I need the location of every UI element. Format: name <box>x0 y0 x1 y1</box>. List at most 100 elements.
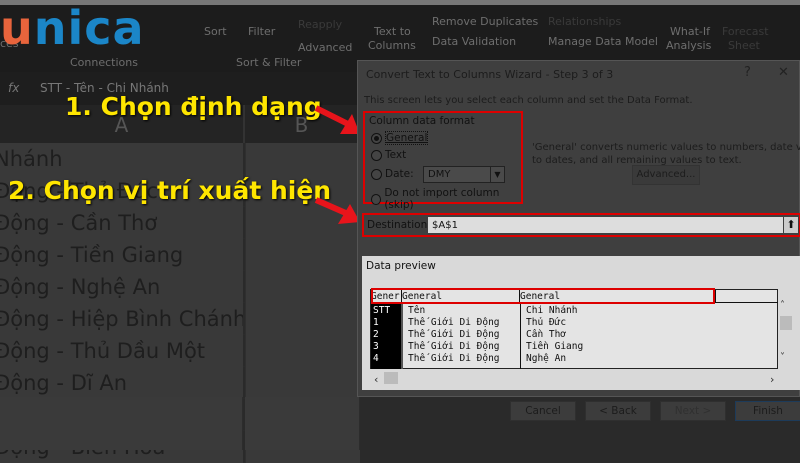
sheet-row: Động - Tiền Giang <box>0 239 360 271</box>
radio-date[interactable]: Date: <box>371 168 414 180</box>
close-icon[interactable]: ✕ <box>778 65 789 80</box>
cell-a[interactable]: Động - Nghệ An <box>0 271 243 303</box>
sheet-row: Động - Hiệp Bình Chánh <box>0 303 360 335</box>
back-button[interactable]: < Back <box>585 401 651 421</box>
relationships-button[interactable]: Relationships <box>548 15 621 28</box>
sheet-row: Động - Dĩ An <box>0 367 360 399</box>
annotation-step1: 1. Chọn định dạng <box>65 92 322 121</box>
cell[interactable] <box>0 397 243 450</box>
preview-cell: Thế Giới Di Động <box>408 317 500 328</box>
connections-group-label: Connections <box>70 56 138 69</box>
cell-a[interactable]: Động - Cần Thơ <box>0 207 243 239</box>
cell-b[interactable] <box>245 303 360 335</box>
radio-selected-icon <box>371 132 382 144</box>
cell-a[interactable]: Động - Thủ Dầu Một <box>0 335 243 367</box>
cell-a[interactable]: Động - Tiền Giang <box>0 239 243 271</box>
cell-a[interactable]: Động - Dĩ An <box>0 367 243 399</box>
arrow-icon <box>314 105 360 134</box>
dialog-title: Convert Text to Columns Wizard - Step 3 … <box>366 68 614 81</box>
horizontal-scrollbar-thumb[interactable] <box>384 372 398 384</box>
vertical-scrollbar-thumb[interactable] <box>780 316 792 330</box>
cell-b[interactable] <box>245 335 360 367</box>
sheet-row: Động - Nghệ An <box>0 271 360 303</box>
preview-cell: 4 <box>373 353 379 364</box>
what-if-label: Analysis <box>666 39 712 52</box>
description-line: 'General' converts numeric values to num… <box>532 142 800 153</box>
destination-input[interactable] <box>428 217 783 233</box>
radio-icon <box>371 193 382 205</box>
preview-cell: Thế Giới Di Động <box>408 353 500 364</box>
forecast-sheet-label: Sheet <box>728 39 760 52</box>
data-validation-button[interactable]: Data Validation <box>432 35 516 48</box>
preview-cell: 1 <box>373 317 379 328</box>
preview-cell: Cần Thơ <box>526 329 567 340</box>
highlight-box <box>371 288 715 304</box>
preview-cell: 2 <box>373 329 379 340</box>
unica-logo: unica <box>0 1 145 55</box>
sheet-row: Động - Cần Thơ <box>0 207 360 239</box>
advanced-button[interactable]: Advanced <box>298 41 352 54</box>
scroll-up-icon[interactable]: ˄ <box>780 300 785 311</box>
preview-cell: Tiền Giang <box>526 341 584 352</box>
annotation-step2: 2. Chọn vị trí xuất hiện <box>8 176 332 205</box>
forecast-sheet-button[interactable]: Forecast <box>722 25 769 38</box>
scroll-left-icon[interactable]: ‹ <box>374 373 378 386</box>
text-to-columns-label: Columns <box>368 39 416 52</box>
text-to-columns-dialog: Convert Text to Columns Wizard - Step 3 … <box>357 60 800 421</box>
preview-cell: Thế Giới Di Động <box>408 329 500 340</box>
destination-row: Destination: ⬆ <box>362 213 800 237</box>
date-format-select[interactable]: DMY ▼ <box>423 166 505 183</box>
destination-label: Destination: <box>367 219 431 231</box>
format-description: 'General' converts numeric values to num… <box>532 141 800 167</box>
dialog-info: This screen lets you select each column … <box>364 95 693 106</box>
next-button[interactable]: Next > <box>660 401 726 421</box>
cell-b[interactable] <box>245 367 360 399</box>
preview-cell: Chi Nhánh <box>526 305 578 316</box>
cell-a[interactable]: Động - Hiệp Bình Chánh <box>0 303 243 335</box>
chevron-down-icon: ▼ <box>490 167 504 182</box>
radio-icon <box>371 168 382 180</box>
preview-cell: Tên <box>408 305 426 316</box>
finish-button[interactable]: Finish <box>735 401 800 421</box>
preview-cell: Thủ Đức <box>526 317 567 328</box>
cell[interactable] <box>245 397 360 450</box>
radio-icon <box>371 149 382 161</box>
column-divider <box>520 303 521 369</box>
cell-b[interactable] <box>245 239 360 271</box>
sheet-row: Động - Thủ Dầu Một <box>0 335 360 367</box>
reapply-button[interactable]: Reapply <box>298 18 342 31</box>
data-preview-label: Data preview <box>366 260 436 272</box>
cell-a[interactable]: Nhánh <box>0 143 243 175</box>
preview-cell: STT <box>373 305 391 316</box>
preview-header[interactable] <box>716 290 778 303</box>
arrow-icon <box>314 197 360 224</box>
fx-icon[interactable]: fx <box>8 81 19 95</box>
radio-general[interactable]: General <box>371 131 429 145</box>
preview-cell: 3 <box>373 341 379 352</box>
radio-skip[interactable]: Do not import column (skip) <box>371 187 521 211</box>
filter-button[interactable]: Filter <box>248 25 275 38</box>
column-divider <box>401 303 403 369</box>
range-select-icon[interactable]: ⬆ <box>784 217 798 233</box>
remove-duplicates-button[interactable]: Remove Duplicates <box>432 15 538 28</box>
scroll-right-icon[interactable]: › <box>770 373 774 386</box>
radio-text[interactable]: Text <box>371 149 406 161</box>
data-preview-panel: Data preview Gener General General STT Tê… <box>362 256 800 390</box>
group-label: Column data format <box>369 115 475 127</box>
sheet-row: Nhánh <box>0 143 360 175</box>
what-if-analysis-button[interactable]: What-If <box>670 25 710 38</box>
cell-b[interactable] <box>245 143 360 175</box>
data-preview-grid[interactable]: Gener General General STT Tên Chi Nhánh 1 Th… <box>370 288 778 369</box>
scroll-down-icon[interactable]: ˅ <box>780 352 785 363</box>
column-data-format-group: Column data format General Text Date: DM… <box>363 111 523 211</box>
cell-b[interactable] <box>245 271 360 303</box>
manage-data-model-button[interactable]: Manage Data Model <box>548 35 658 48</box>
sort-button[interactable]: Sort <box>204 25 227 38</box>
cancel-button[interactable]: Cancel <box>510 401 576 421</box>
preview-cell: Thế Giới Di Động <box>408 341 500 352</box>
advanced-button[interactable]: Advanced... <box>632 165 700 185</box>
sort-filter-group-label: Sort & Filter <box>236 56 302 69</box>
text-to-columns-button[interactable]: Text to <box>374 25 411 38</box>
help-button[interactable]: ? <box>744 65 751 80</box>
preview-cell: Nghệ An <box>526 353 567 364</box>
